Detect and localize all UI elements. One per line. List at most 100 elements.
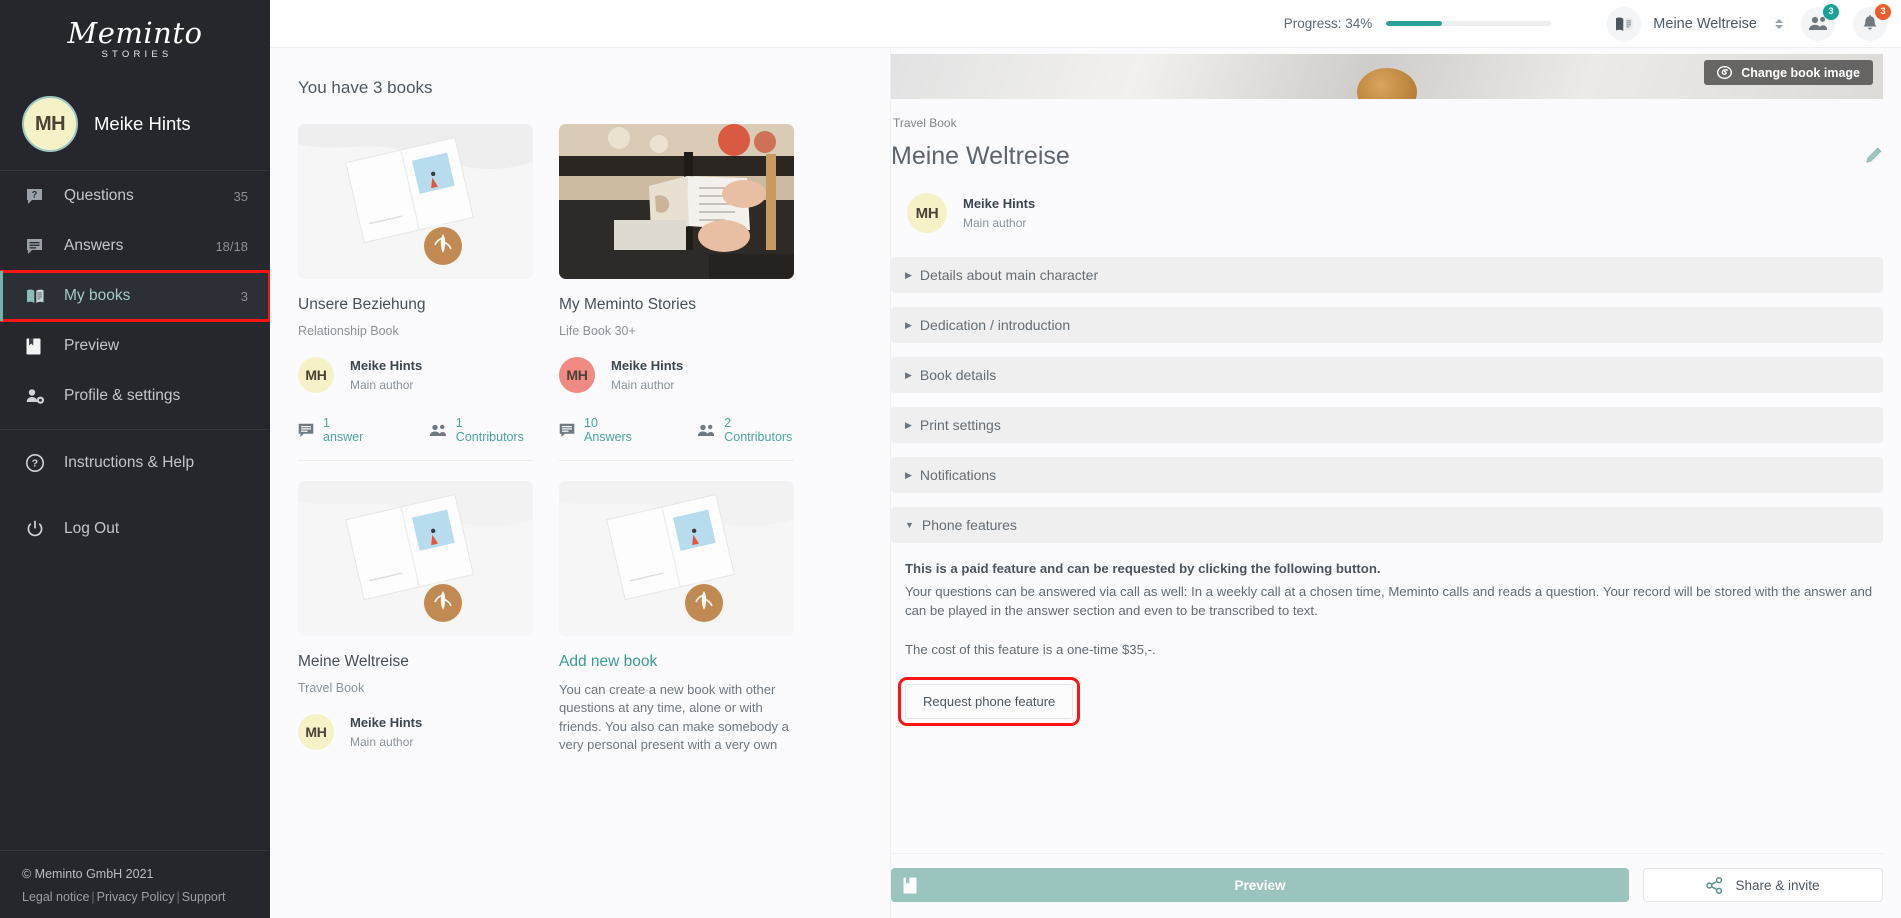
add-new-book-card[interactable]: Add new book You can create a new book w… <box>559 481 794 755</box>
user-gear-icon <box>26 388 50 405</box>
power-icon <box>26 520 50 538</box>
book-card-stats: 1 answer 1 Contributors <box>298 416 533 461</box>
book-card[interactable]: My Meminto Stories Life Book 30+ MH Meik… <box>559 124 794 461</box>
sidebar-item-my-books[interactable]: My books 3 <box>0 270 271 322</box>
sidebar-item-instructions-help[interactable]: ? Instructions & Help <box>0 438 270 488</box>
request-phone-feature-button[interactable]: Request phone feature <box>905 683 1074 719</box>
sidebar-item-label: Profile & settings <box>64 387 181 404</box>
open-book-icon <box>1607 6 1642 41</box>
accordion-print-settings[interactable]: ▶ Print settings <box>891 407 1883 443</box>
phone-features-headline: This is a paid feature and can be reques… <box>905 561 1381 576</box>
answers-stat[interactable]: 10 Answers <box>559 416 641 444</box>
people-icon <box>429 424 447 437</box>
footer-links: Legal notice | Privacy Policy | Support <box>22 890 248 904</box>
change-book-image-button[interactable]: Change book image <box>1704 60 1873 85</box>
phone-features-cost: The cost of this feature is a one-time $… <box>905 642 1156 658</box>
sidebar-item-log-out[interactable]: Log Out <box>0 504 270 554</box>
change-book-image-label: Change book image <box>1741 65 1860 80</box>
chevron-updown-icon <box>1775 18 1783 29</box>
add-book-cover-image[interactable] <box>559 481 794 636</box>
book-card-title[interactable]: Unsere Beziehung <box>298 296 533 314</box>
book-card[interactable]: Unsere Beziehung Relationship Book MH Me… <box>298 124 533 461</box>
book-card[interactable]: Meine Weltreise Travel Book MH Meike Hin… <box>298 481 533 755</box>
accordion-notifications[interactable]: ▶ Notifications <box>891 457 1883 493</box>
book-cover-image-bed-latte[interactable] <box>298 481 533 636</box>
answers-stat[interactable]: 1 answer <box>298 416 373 444</box>
avatar: MH <box>907 193 947 233</box>
accordion-label: Details about main character <box>919 267 1099 283</box>
accordion-label: Phone features <box>921 517 1017 533</box>
books-heading: You have 3 books <box>298 78 433 97</box>
support-link[interactable]: Support <box>182 890 226 904</box>
book-detail-panel: Change book image Travel Book Meine Welt… <box>890 48 1901 918</box>
sidebar-item-preview[interactable]: Preview <box>0 321 270 371</box>
answers-count: 10 Answers <box>584 416 632 444</box>
sidebar-footer: © Meminto GmbH 2021 Legal notice | Privacy… <box>0 850 270 918</box>
contributors-stat[interactable]: 1 Contributors <box>429 416 533 444</box>
contributors-count: 1 Contributors <box>455 416 524 444</box>
notifications-button[interactable]: 3 <box>1853 3 1891 41</box>
legal-notice-link[interactable]: Legal notice <box>22 890 89 904</box>
book-card-type: Life Book 30+ <box>559 324 636 338</box>
book-selector[interactable]: Meine Weltreise <box>1607 6 1783 41</box>
link-separator: | <box>91 890 95 904</box>
divider <box>0 429 270 430</box>
book-card-title[interactable]: Meine Weltreise <box>298 653 533 671</box>
accordion-label: Book details <box>919 367 997 383</box>
detail-scroll-area: Travel Book Meine Weltreise MH Meike Hin… <box>891 99 1883 853</box>
author-name: Meike Hints <box>350 715 423 730</box>
book-author: MH Meike Hints Main author <box>907 193 1883 233</box>
bookmark-icon <box>903 877 917 894</box>
author-role: Main author <box>350 378 414 392</box>
answers-bubble-icon <box>559 423 575 438</box>
chevron-right-icon: ▶ <box>905 419 912 430</box>
notifications-badge: 3 <box>1875 3 1891 20</box>
edit-pencil-icon[interactable] <box>1861 146 1883 168</box>
accordion-phone-features[interactable]: ▼ Phone features <box>891 507 1883 543</box>
contacts-badge: 3 <box>1823 3 1839 20</box>
chevron-right-icon: ▶ <box>905 369 912 380</box>
preview-button[interactable]: Preview <box>891 868 1629 902</box>
progress-bar-fill <box>1386 21 1443 26</box>
sidebar-item-count: 3 <box>240 288 248 304</box>
svg-text:?: ? <box>32 458 38 470</box>
sidebar-item-answers[interactable]: Answers 18/18 <box>0 221 270 271</box>
sidebar-item-label: Preview <box>64 337 120 354</box>
chevron-right-icon: ▶ <box>905 469 912 480</box>
book-card-title[interactable]: My Meminto Stories <box>559 296 794 314</box>
book-hero-image: Change book image <box>891 54 1883 99</box>
book-cover-image-cafe-notebook[interactable] <box>559 124 794 279</box>
author-name: Meike Hints <box>611 358 684 373</box>
contacts-button[interactable]: 3 <box>1801 3 1839 41</box>
app-root: Meminto STORIES MH Meike Hints ? Questio… <box>0 0 1901 918</box>
share-invite-button[interactable]: Share & invite <box>1643 868 1883 902</box>
link-separator: | <box>176 890 180 904</box>
people-icon <box>697 424 715 437</box>
book-card-type: Travel Book <box>298 681 365 695</box>
people-icon <box>1808 16 1828 31</box>
brand-logo[interactable]: Meminto STORIES <box>0 0 270 78</box>
add-new-book-link[interactable]: Add new book <box>559 653 794 671</box>
logo-wordmark: Meminto <box>67 15 203 50</box>
user-name: Meike Hints <box>94 113 191 134</box>
sidebar-item-count: 18/18 <box>215 238 248 254</box>
user-profile-block[interactable]: MH Meike Hints <box>0 78 270 170</box>
sidebar-item-profile-settings[interactable]: Profile & settings <box>0 371 270 421</box>
avatar: MH <box>22 96 78 152</box>
bookmark-icon <box>26 338 50 355</box>
accordion-dedication-introduction[interactable]: ▶ Dedication / introduction <box>891 307 1883 343</box>
contributors-stat[interactable]: 2 Contributors <box>697 416 794 444</box>
accordion-book-details[interactable]: ▶ Book details <box>891 357 1883 393</box>
sidebar-item-questions[interactable]: ? Questions 35 <box>0 171 270 221</box>
accordion-label: Print settings <box>919 417 1001 433</box>
preview-button-label: Preview <box>1234 877 1286 893</box>
chevron-down-icon: ▼ <box>905 519 914 530</box>
book-cover-image-bed-latte[interactable] <box>298 124 533 279</box>
accordion-details-about-main-character[interactable]: ▶ Details about main character <box>891 257 1883 293</box>
privacy-policy-link[interactable]: Privacy Policy <box>97 890 175 904</box>
author-role: Main author <box>963 216 1027 230</box>
book-card-author: MH Meike Hints Main author <box>298 714 533 750</box>
accordion-list: ▶ Details about main character ▶ Dedicat… <box>891 257 1883 726</box>
sidebar-item-label: Instructions & Help <box>64 454 195 471</box>
